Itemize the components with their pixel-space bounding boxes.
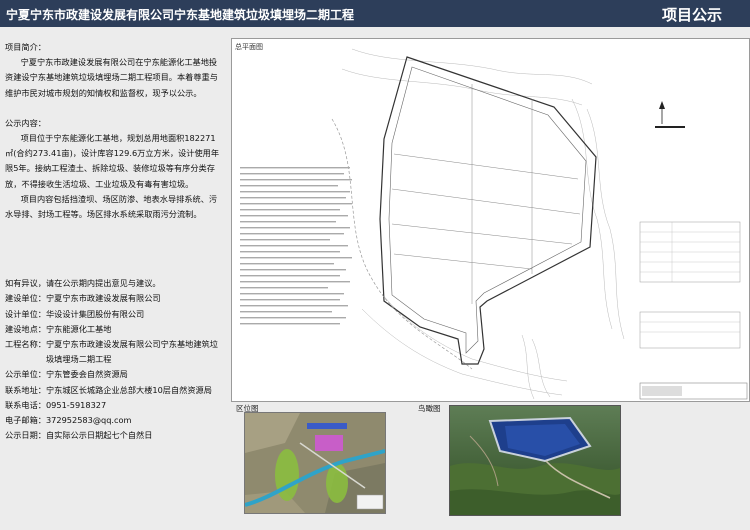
content-paragraph-2: 项目内容包括挡渣坝、场区防渗、地表水导排系统、污水导排、封场工程等。场区排水系统… [5,193,218,220]
page-title: 宁夏宁东市政建设发展有限公司宁东基地建筑垃圾填埋场二期工程 [6,8,355,22]
contact-value: 宁东管委会自然资源局 [45,369,128,380]
text-panel: 项目简介： 宁夏宁东市政建设发展有限公司在宁东能源化工基地投资建设宁东基地建筑垃… [5,40,223,443]
north-arrow-icon [655,101,685,128]
aerial-view [449,405,621,516]
title-block-logo [642,386,682,396]
content-paragraph-1: 项目位于宁东能源化工基地，规划总用地面积182271㎡(合约273.41亩)，设… [5,133,220,189]
site-plan-drawing: 总平面图 [231,38,750,402]
site-boundary [379,56,597,365]
contact-value: 宁东能源化工基地 [45,323,112,334]
contact-value: 自实际公示日期起七个自然日 [45,430,153,441]
contact-key: 建设单位： [5,293,46,304]
contact-key: 联系地址： [5,384,46,395]
contact-row: 公示单位： 宁东管委会自然资源局 [5,367,223,382]
site-plan-label: 总平面图 [235,43,263,51]
location-map-graphic [245,413,385,513]
intro-text: 宁夏宁东市政建设发展有限公司在宁东能源化工基地投资建设宁东基地建筑垃圾填埋场二期… [5,57,218,98]
contact-row: 建设地点： 宁东能源化工基地 [5,322,223,337]
contact-key: 联系电话： [5,399,46,410]
objection-note: 如有异议，请在公示期内提出意见与建议。 [5,278,161,289]
contact-value: 宁夏宁东市政建设发展有限公司 [45,293,161,304]
site-plan-graphic [240,48,748,400]
contact-row: 公示日期： 自实际公示日期起七个自然日 [5,428,223,443]
fill-cells [391,84,581,304]
contact-key: 建设地点： [5,323,46,334]
contact-value: 华设设计集团股份有限公司 [45,308,145,319]
contact-key: 工程名称： [5,339,46,350]
header-bar: 宁夏宁东市政建设发展有限公司宁东基地建筑垃圾填埋场二期工程 项目公示 [0,0,750,27]
haul-road [331,118,473,370]
notice-label: 项目公示 [662,6,723,24]
contact-row: 工程名称： 宁夏宁东市政建设发展有限公司宁东基地建筑垃圾填埋场二期工程 [5,337,223,367]
contact-key: 电子邮箱： [5,415,46,426]
aerial-view-graphic [450,406,620,515]
contact-value: 0951-5918327 [45,399,107,410]
contact-row: 联系电话： 0951-5918327 [5,398,223,413]
drawing-notes [240,167,352,325]
location-map [244,412,386,514]
contact-key: 设计单位： [5,308,46,319]
contact-key: 公示单位： [5,369,46,380]
contact-value: 372952583@qq.com [45,415,132,426]
intro-heading: 项目简介： [5,42,46,52]
contact-key: 公示日期： [5,430,46,441]
contact-row: 设计单位： 华设设计集团股份有限公司 [5,307,223,322]
aerial-view-caption: 鸟瞰图 [418,404,441,413]
terrain-contours [341,48,625,400]
legend-table [639,221,741,349]
contact-row: 电子邮箱： 372952583@qq.com [5,413,223,428]
contact-row: 建设单位： 宁夏宁东市政建设发展有限公司 [5,291,223,306]
contact-list: 建设单位： 宁夏宁东市政建设发展有限公司 设计单位： 华设设计集团股份有限公司 建设地点… [5,291,223,443]
content-heading: 公示内容： [5,117,46,128]
contact-value: 宁夏宁东市政建设发展有限公司宁东基地建筑垃圾填埋场二期工程 [45,339,218,365]
contact-value: 宁东城区长城路企业总部大楼10层自然资源局 [45,384,212,395]
contact-row: 联系地址： 宁东城区长城路企业总部大楼10层自然资源局 [5,383,223,398]
